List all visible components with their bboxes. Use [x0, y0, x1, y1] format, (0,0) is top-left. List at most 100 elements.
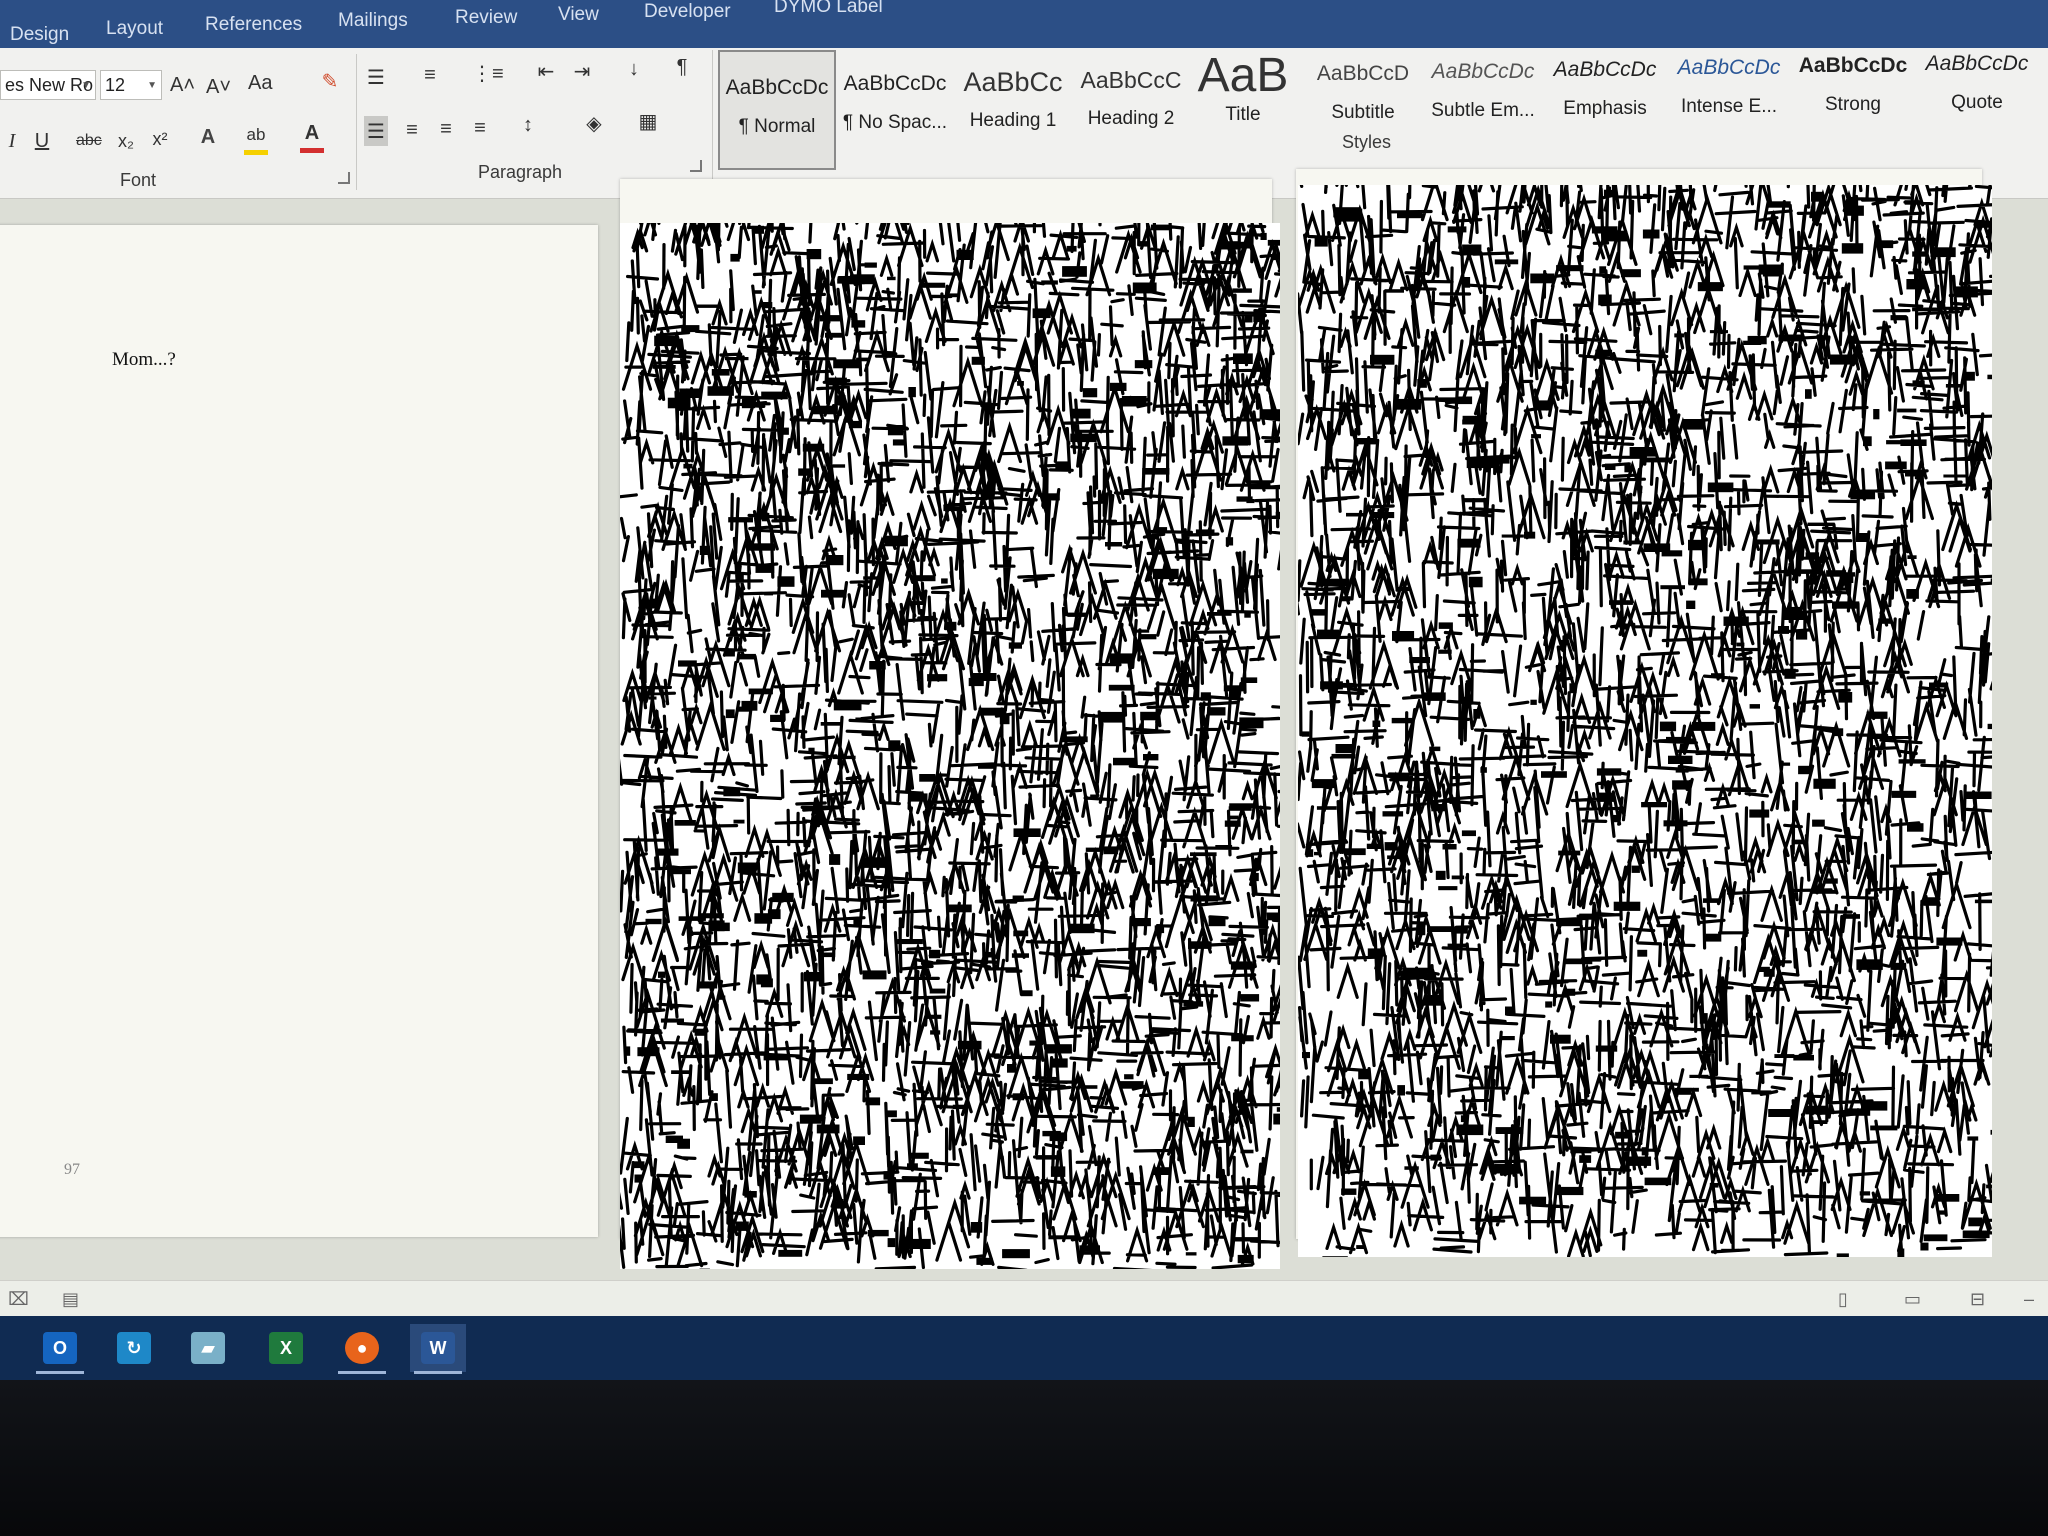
- scribble-blot: [1781, 762, 1791, 766]
- italic-button[interactable]: I: [0, 126, 24, 156]
- justify-icon[interactable]: ≡: [468, 113, 492, 143]
- font-dialog-launcher-icon[interactable]: launcher: [338, 172, 350, 184]
- bullets-icon[interactable]: ☰: [364, 62, 388, 92]
- chevron-down-icon: ▼: [81, 79, 91, 91]
- increase-indent-icon[interactable]: ⇥: [570, 56, 594, 86]
- scribble-blot: [1062, 266, 1087, 277]
- style-no-spacing[interactable]: AaBbCcDc ¶ No Spac...: [836, 48, 954, 168]
- scribble-blot: [819, 315, 842, 322]
- scribble-blot: [851, 320, 866, 328]
- scribble-blot: [799, 1114, 822, 1124]
- style-emphasis[interactable]: AaBbCcDc Emphasis: [1546, 34, 1664, 154]
- scribble-blot: [863, 576, 878, 580]
- tab-mailings[interactable]: Mailings: [338, 10, 408, 32]
- tab-view[interactable]: View: [558, 4, 599, 26]
- style-heading-2[interactable]: AaBbCcC Heading 2: [1072, 44, 1190, 164]
- tab-references[interactable]: References: [205, 14, 302, 36]
- style-title[interactable]: AaB Title: [1184, 40, 1302, 160]
- taskbar-excel[interactable]: X: [258, 1324, 314, 1372]
- font-name-combo[interactable]: es New Ro ▼: [0, 70, 96, 100]
- read-mode-icon[interactable]: ▯: [1838, 1289, 1860, 1309]
- grow-font-button[interactable]: A˄: [170, 70, 195, 100]
- tab-design[interactable]: Design: [10, 24, 69, 46]
- scribble-blot: [760, 978, 773, 988]
- scribble-blot: [1430, 1154, 1442, 1161]
- document-text[interactable]: Mom...?: [112, 349, 176, 371]
- tab-dymo-label[interactable]: DYMO Label: [774, 0, 883, 18]
- tab-review[interactable]: Review: [455, 7, 517, 29]
- align-right-icon[interactable]: ≡: [434, 114, 458, 144]
- macro-record-icon[interactable]: ▤: [62, 1289, 84, 1309]
- show-formatting-button[interactable]: ¶: [670, 52, 694, 82]
- scribble-blot: [724, 648, 735, 657]
- borders-icon[interactable]: ▦: [636, 106, 660, 136]
- scribble-blot: [1707, 482, 1734, 493]
- style-intense-emphasis[interactable]: AaBbCcDc Intense E...: [1670, 32, 1788, 152]
- scribble-blot: [1236, 496, 1253, 502]
- shrink-font-button[interactable]: A˅: [206, 72, 231, 102]
- style-name: Title: [1225, 104, 1261, 125]
- scribble-blot: [1321, 578, 1350, 587]
- decrease-indent-icon[interactable]: ⇤: [534, 56, 558, 86]
- scribble-blot: [1007, 1064, 1017, 1073]
- scribble-blot: [1317, 629, 1340, 637]
- line-spacing-icon[interactable]: ↕: [516, 110, 540, 140]
- font-size-combo[interactable]: 12 ▼: [100, 70, 162, 100]
- scribble-blot: [1702, 898, 1721, 903]
- style-subtle-emphasis[interactable]: AaBbCcDc Subtle Em...: [1424, 36, 1542, 156]
- change-case-button[interactable]: Aa: [248, 68, 272, 98]
- tab-layout[interactable]: Layout: [106, 18, 163, 40]
- style-strong[interactable]: AaBbCcDc Strong: [1794, 30, 1912, 150]
- scribble-blot: [1260, 232, 1267, 240]
- style-normal[interactable]: AaBbCcDc ¶ Normal: [718, 50, 836, 170]
- scribble-blot: [735, 1221, 749, 1231]
- taskbar-firefox[interactable]: ●: [334, 1324, 390, 1374]
- web-layout-icon[interactable]: ⊟: [1970, 1289, 1992, 1309]
- taskbar-outlook[interactable]: O: [32, 1324, 88, 1374]
- text-effects-button[interactable]: A: [196, 122, 220, 152]
- print-layout-icon[interactable]: ▭: [1904, 1289, 1926, 1309]
- document-page[interactable]: Mom...? 97: [0, 225, 598, 1237]
- style-preview: AaBbCcD: [1316, 62, 1410, 85]
- taskbar-notes[interactable]: ▰: [180, 1324, 236, 1372]
- align-center-icon[interactable]: ≡: [400, 115, 424, 145]
- font-color-button[interactable]: A: [300, 118, 324, 153]
- taskbar-word[interactable]: W: [410, 1324, 466, 1374]
- paragraph-dialog-launcher-icon[interactable]: launcher: [690, 160, 702, 172]
- zoom-out-icon[interactable]: –: [2024, 1289, 2046, 1309]
- tab-developer[interactable]: Developer: [644, 1, 731, 23]
- shading-icon[interactable]: ◈: [582, 108, 606, 138]
- taskbar-sync[interactable]: ↻: [106, 1324, 162, 1372]
- scribble-blot: [1012, 895, 1024, 902]
- scribble-blot: [1859, 1191, 1871, 1196]
- scribble-blot: [1431, 804, 1448, 812]
- scribble-blot: [1890, 315, 1907, 321]
- scribble-blot: [667, 397, 691, 409]
- scribble-strokes: [620, 223, 1280, 1269]
- strikethrough-button[interactable]: abc: [76, 126, 102, 156]
- scribble-blot: [654, 335, 678, 347]
- subscript-button[interactable]: x₂: [114, 126, 138, 156]
- scribble-blot: [655, 848, 679, 856]
- sort-icon[interactable]: ↓: [622, 54, 646, 84]
- scribble-blot: [670, 1004, 679, 1009]
- scribble-blot: [1898, 759, 1926, 764]
- scribble-blot: [1103, 846, 1119, 855]
- style-heading-1[interactable]: AaBbCc Heading 1: [954, 46, 1072, 166]
- scribble-blot: [1067, 612, 1088, 617]
- scribble-blot: [634, 1174, 643, 1183]
- scribble-blot: [1604, 463, 1616, 470]
- align-left-icon[interactable]: ☰: [364, 116, 388, 146]
- scribble-blot: [1559, 639, 1567, 651]
- highlight-button[interactable]: ab: [244, 120, 268, 155]
- superscript-button[interactable]: x²: [148, 124, 172, 154]
- style-quote[interactable]: AaBbCcDc Quote: [1918, 28, 2036, 148]
- underline-button[interactable]: U: [30, 126, 54, 156]
- scribble-blot: [737, 862, 757, 874]
- clear-formatting-icon[interactable]: ✎: [318, 66, 342, 96]
- numbering-icon[interactable]: ≡: [418, 60, 442, 90]
- scribble-blot: [1423, 692, 1446, 701]
- scribble-blot: [1709, 1183, 1719, 1188]
- multilevel-list-icon[interactable]: ⋮≡: [472, 58, 504, 88]
- proofing-icon[interactable]: ⌧: [8, 1289, 30, 1309]
